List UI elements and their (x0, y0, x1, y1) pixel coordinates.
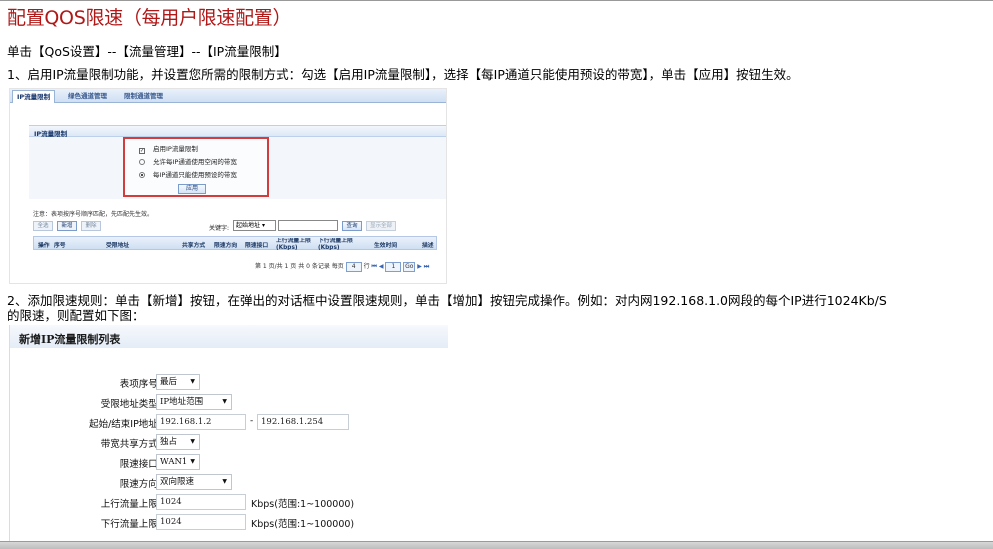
down-limit-unit: Kbps(范围:1~100000) (251, 519, 355, 530)
col-index: 序号 (54, 243, 66, 249)
search-button[interactable]: 查询 (342, 221, 362, 231)
index-label: 表项序号: (119, 379, 161, 390)
panel-header: IP流量限制 (29, 125, 446, 138)
row-index: 表项序号: 最后 ▼ (10, 374, 448, 392)
next-page-icon[interactable]: ▶ (417, 263, 422, 270)
row-up-limit: 上行流量上限: 1024 Kbps(范围:1~100000) (10, 494, 448, 512)
pager-unit: 行 (363, 263, 370, 270)
up-limit-input[interactable]: 1024 (156, 494, 246, 510)
pager-summary: 第 1 页/共 1 页 共 0 条记录 每页 (255, 263, 344, 270)
tab-bar: IP流量限制 绿色通道管理 限制通道管理 (10, 89, 446, 103)
interface-select[interactable]: WAN1 ▼ (156, 454, 200, 470)
select-all-button[interactable]: 全选 (33, 221, 53, 231)
col-share: 共享方式 (182, 243, 206, 249)
chevron-down-icon: ▼ (190, 458, 195, 465)
go-button[interactable]: Go (403, 261, 416, 272)
allow-idle-label: 允许每IP通道使用空闲的带宽 (153, 158, 237, 166)
chevron-down-icon: ▾ (261, 222, 265, 229)
pager: 第 1 页/共 1 页 共 0 条记录 每页 4 行 ⏮ ◀ 1 Go ▶ ⏭ (255, 261, 429, 272)
share-mode-select[interactable]: 独占 ▼ (156, 434, 200, 450)
page-title: 配置QOS限速（每用户限速配置） (7, 7, 292, 29)
page-input[interactable]: 1 (385, 261, 402, 272)
add-rule-screenshot: 新增IP流量限制列表 表项序号: 最后 ▼ 受限地址类型: IP地址范围 ▼ 起始/… (9, 325, 448, 541)
breadcrumb: 单击【QoS设置】--【流量管理】--【IP流量限制】 (7, 44, 287, 59)
col-time: 生效时间 (374, 243, 398, 249)
row-ip-range: 起始/结束IP地址: 192.168.1.2 - 192.168.1.254 (10, 414, 448, 432)
enable-checkbox[interactable]: ✓ (139, 148, 145, 154)
first-page-icon[interactable]: ⏮ (372, 263, 377, 270)
row-interface: 限速接口: WAN1 ▼ (10, 454, 448, 472)
chevron-down-icon: ▼ (222, 398, 227, 405)
keyword-label: 关键字: (209, 225, 230, 232)
row-direction: 限速方向: 双向限速 ▼ (10, 474, 448, 492)
last-page-icon[interactable]: ⏭ (424, 263, 429, 270)
end-ip-input[interactable]: 192.168.1.254 (257, 414, 349, 430)
table-header: 操作 序号 受限地址 共享方式 限速方向 限速接口 上行流量上限(Kbps) 下… (33, 236, 437, 250)
dialog-header: 新增IP流量限制列表 (10, 325, 448, 348)
dialog-title: 新增IP流量限制列表 (19, 333, 121, 346)
up-limit-label: 上行流量上限: (100, 499, 161, 510)
per-page-input[interactable]: 4 (345, 261, 362, 272)
preset-only-option[interactable]: 每IP通道只能使用预设的带宽 (139, 169, 237, 179)
row-share-mode: 带宽共享方式: 独占 ▼ (10, 434, 448, 452)
preset-only-label: 每IP通道只能使用预设的带宽 (153, 171, 237, 179)
apply-button[interactable]: 应用 (178, 184, 206, 194)
col-direction: 限速方向 (214, 243, 238, 249)
keyword-input[interactable] (278, 220, 338, 231)
direction-select[interactable]: 双向限速 ▼ (156, 474, 232, 490)
col-address: 受限地址 (106, 243, 130, 249)
tab-green-channel[interactable]: 绿色通道管理 (64, 90, 111, 103)
start-ip-input[interactable]: 192.168.1.2 (156, 414, 246, 430)
keyword-select[interactable]: 起始地址 ▾ (233, 220, 276, 231)
row-address-type: 受限地址类型: IP地址范围 ▼ (10, 394, 448, 412)
preset-only-radio[interactable] (139, 172, 145, 178)
allow-idle-radio[interactable] (139, 159, 145, 165)
down-limit-input[interactable]: 1024 (156, 514, 246, 530)
col-down-limit: 下行流量上限(Kbps) (318, 238, 353, 250)
dialog-body: 表项序号: 最后 ▼ 受限地址类型: IP地址范围 ▼ 起始/结束IP地址: 192… (10, 348, 448, 541)
enable-ip-limit-option[interactable]: ✓ 启用IP流量限制 (139, 143, 198, 154)
col-interface: 限速接口 (245, 243, 269, 249)
address-type-label: 受限地址类型: (100, 399, 161, 410)
interface-label: 限速接口: (119, 459, 161, 470)
col-desc: 描述 (422, 243, 434, 249)
highlight-box: ✓ 启用IP流量限制 允许每IP通道使用空闲的带宽 每IP通道只能使用预设的带宽 … (123, 137, 269, 197)
ip-limit-screenshot: IP流量限制 绿色通道管理 限制通道管理 IP流量限制 ✓ 启用IP流量限制 允许… (9, 88, 447, 284)
step2-text-line2: 的限速，则配置如下图： (7, 308, 145, 323)
delete-button[interactable]: 删除 (81, 221, 101, 231)
step1-text: 1、启用IP流量限制功能，并设置您所需的限制方式：勾选【启用IP流量限制】，选择… (7, 67, 799, 82)
tab-limit-channel[interactable]: 限制通道管理 (120, 90, 167, 103)
page-top-border (0, 0, 993, 1)
index-select[interactable]: 最后 ▼ (156, 374, 200, 390)
address-type-select[interactable]: IP地址范围 ▼ (156, 394, 232, 410)
up-limit-unit: Kbps(范围:1~100000) (251, 499, 355, 510)
col-action: 操作 (38, 243, 50, 249)
enable-label: 启用IP流量限制 (153, 145, 198, 153)
range-dash: - (250, 416, 254, 426)
window-bottom-bar (0, 541, 993, 549)
prev-page-icon[interactable]: ◀ (379, 263, 384, 270)
add-button[interactable]: 新增 (57, 221, 77, 231)
step2-text-line1: 2、添加限速规则：单击【新增】按钮，在弹出的对话框中设置限速规则，单击【增加】按… (7, 293, 887, 308)
tab-ip-limit[interactable]: IP流量限制 (12, 90, 56, 103)
allow-idle-option[interactable]: 允许每IP通道使用空闲的带宽 (139, 156, 237, 166)
chevron-down-icon: ▼ (190, 378, 195, 385)
share-mode-label: 带宽共享方式: (100, 439, 161, 450)
down-limit-label: 下行流量上限: (100, 519, 161, 530)
show-all-button[interactable]: 显示全部 (366, 221, 396, 231)
ip-range-label: 起始/结束IP地址: (89, 419, 161, 430)
chevron-down-icon: ▼ (222, 478, 227, 485)
match-note: 注意：表项按序号顺序匹配，先匹配先生效。 (33, 211, 154, 218)
row-down-limit: 下行流量上限: 1024 Kbps(范围:1~100000) (10, 514, 448, 532)
chevron-down-icon: ▼ (190, 438, 195, 445)
direction-label: 限速方向: (119, 479, 161, 490)
col-up-limit: 上行流量上限(Kbps) (276, 238, 311, 250)
